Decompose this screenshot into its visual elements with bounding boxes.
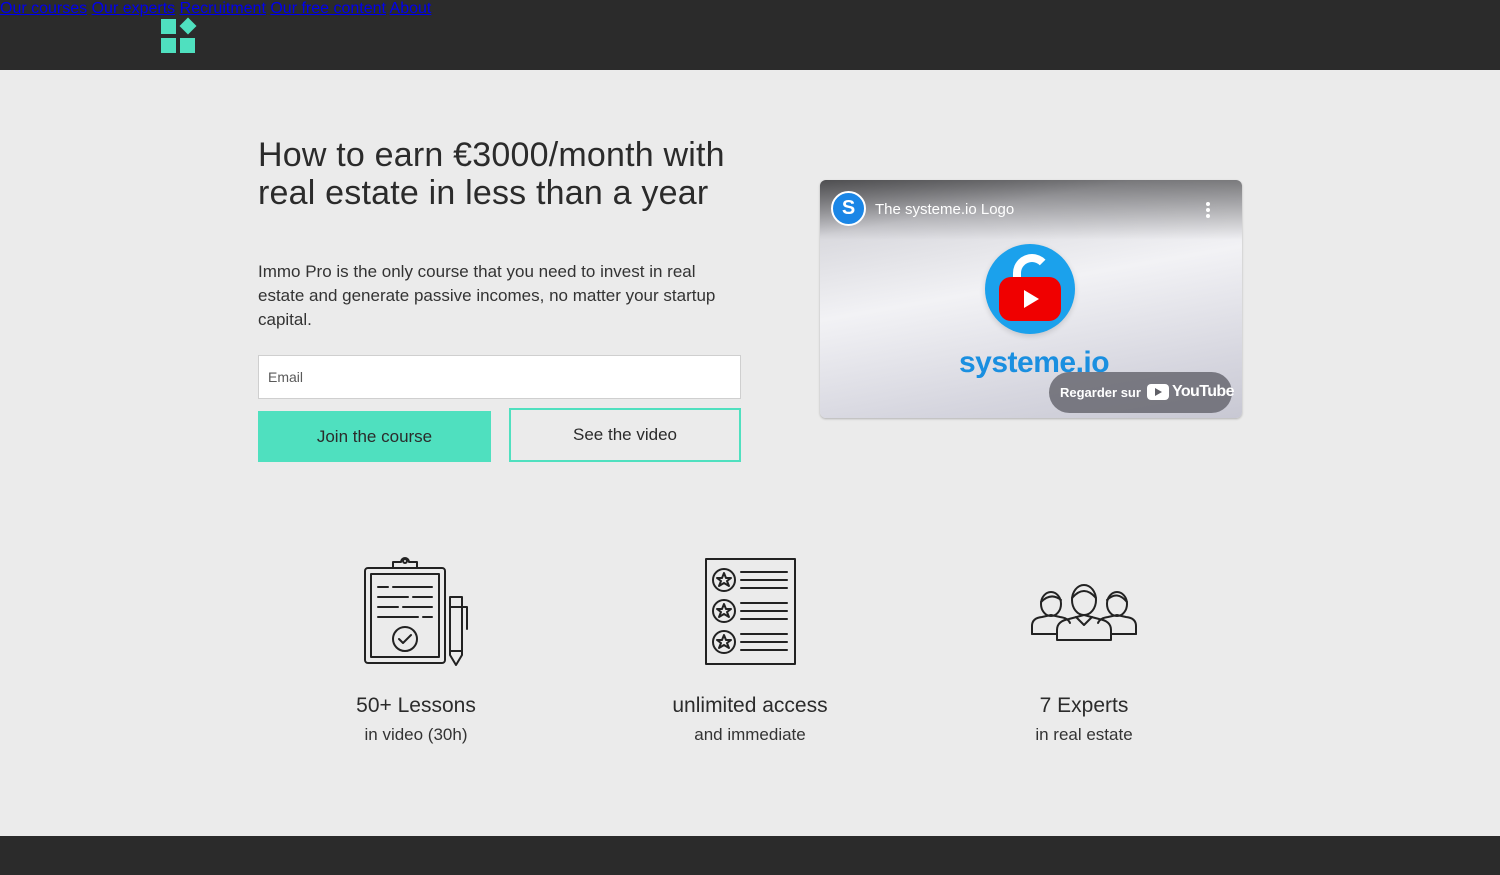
logo-icon[interactable]: [161, 17, 197, 53]
star-list-document-icon: [705, 558, 796, 665]
see-video-button[interactable]: See the video: [509, 408, 741, 462]
feature-subtitle-access: and immediate: [694, 725, 806, 744]
feature-title-lessons: 50+ Lessons: [356, 694, 476, 717]
video-title[interactable]: The systeme.io Logo: [875, 201, 1014, 218]
video-embed[interactable]: S The systeme.io Logo systeme.io Regarde…: [820, 180, 1242, 418]
hero-title: How to earn €3000/month with real estate…: [258, 136, 725, 212]
join-course-button[interactable]: Join the course: [258, 411, 491, 462]
channel-avatar[interactable]: S: [831, 191, 866, 226]
feature-subtitle-lessons: in video (30h): [364, 725, 468, 744]
nav-link-our-experts[interactable]: Our experts: [92, 0, 176, 17]
feature-title-experts: 7 Experts: [1039, 694, 1129, 717]
more-options-icon[interactable]: [1203, 201, 1213, 219]
email-field[interactable]: [258, 355, 741, 399]
hero-description: Immo Pro is the only course that you nee…: [258, 262, 716, 329]
nav-link-our-courses[interactable]: Our courses: [0, 0, 87, 17]
feature-subtitle-experts: in real estate: [1035, 725, 1133, 744]
watch-on-label: Regarder sur: [1060, 385, 1141, 400]
top-navbar: Our courses Our experts Recruitment Our …: [0, 0, 1500, 70]
nav-link-free-content[interactable]: Our free content: [270, 0, 386, 17]
youtube-play-icon: [1147, 384, 1169, 400]
watch-on-youtube-button[interactable]: Regarder sur YouTube: [1049, 372, 1234, 413]
nav-link-about[interactable]: About: [390, 0, 432, 17]
youtube-wordmark: YouTube: [1172, 383, 1234, 400]
team-people-icon: [1031, 584, 1137, 641]
feature-title-access: unlimited access: [672, 694, 828, 717]
main-nav: Our courses Our experts Recruitment Our …: [0, 0, 1500, 18]
footer-bar: [0, 836, 1500, 875]
clipboard-checklist-icon: [364, 557, 468, 666]
nav-link-recruitment[interactable]: Recruitment: [180, 0, 266, 17]
play-button-icon[interactable]: [999, 277, 1061, 321]
